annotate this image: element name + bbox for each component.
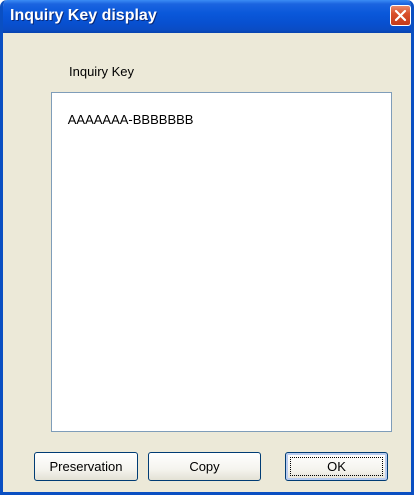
preservation-button[interactable]: Preservation — [34, 452, 138, 481]
close-icon — [394, 9, 407, 22]
title-bar[interactable]: Inquiry Key display — [3, 0, 411, 33]
inquiry-key-textarea[interactable]: AAAAAAA-BBBBBBB — [51, 92, 392, 432]
copy-button[interactable]: Copy — [148, 452, 261, 481]
inquiry-key-value: AAAAAAA-BBBBBBB — [67, 112, 194, 127]
ok-button[interactable]: OK — [285, 452, 388, 481]
dialog-window: Inquiry Key display Inquiry Key AAAAAAA-… — [0, 0, 414, 495]
ok-button-label: OK — [327, 459, 346, 474]
close-button[interactable] — [390, 5, 411, 26]
inquiry-key-label: Inquiry Key — [69, 64, 135, 79]
window-title: Inquiry Key display — [10, 7, 157, 24]
